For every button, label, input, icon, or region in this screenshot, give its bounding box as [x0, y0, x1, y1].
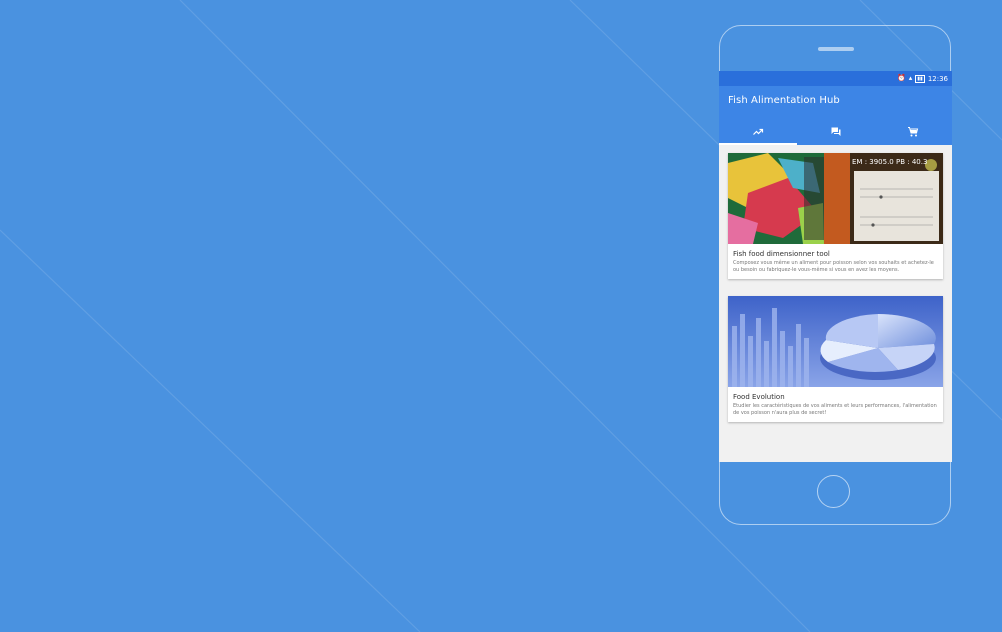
image-readout: EM : 3905.0 PB : 40.3: [852, 158, 927, 166]
cart-icon: [908, 126, 919, 136]
card-food-evolution[interactable]: Food Evolution Etudier les caractéristiq…: [728, 296, 943, 422]
app-bar: Fish Alimentation Hub: [719, 86, 952, 145]
forum-icon: [831, 127, 840, 136]
alarm-icon: ⏰: [897, 74, 906, 82]
signal-icon: ▴: [908, 74, 913, 82]
status-time: 12:36: [927, 74, 948, 83]
phone-home-button: [817, 475, 850, 508]
card-title: Food Evolution: [733, 393, 785, 401]
food-evolution-image: [728, 296, 943, 387]
status-bar: ⏰ ▴ ▮▮ 12:36: [719, 71, 952, 86]
trending-up-icon: [752, 128, 763, 135]
phone-speaker: [818, 47, 854, 51]
tab-trending[interactable]: [719, 118, 797, 145]
tab-cart[interactable]: [874, 118, 952, 145]
card-fish-food-tool[interactable]: EM : 3905.0 PB : 40.3 Fish food dimensio…: [728, 153, 943, 279]
fish-food-tool-image: EM : 3905.0 PB : 40.3: [728, 153, 943, 244]
tab-bar: [719, 118, 952, 145]
card-description: Composez vous même un aliment pour poiss…: [733, 260, 934, 273]
card-title: Fish food dimensionner tool: [733, 250, 830, 258]
battery-icon: ▮▮: [915, 74, 925, 83]
app-screen: ⏰ ▴ ▮▮ 12:36 Fish Alimentation Hub EM: …: [719, 71, 952, 462]
tab-forum[interactable]: [797, 118, 875, 145]
app-title: Fish Alimentation Hub: [728, 95, 840, 106]
card-description: Etudier les caractéristiques de vos alim…: [733, 403, 937, 416]
card-list: EM : 3905.0 PB : 40.3 Fish food dimensio…: [719, 145, 952, 422]
